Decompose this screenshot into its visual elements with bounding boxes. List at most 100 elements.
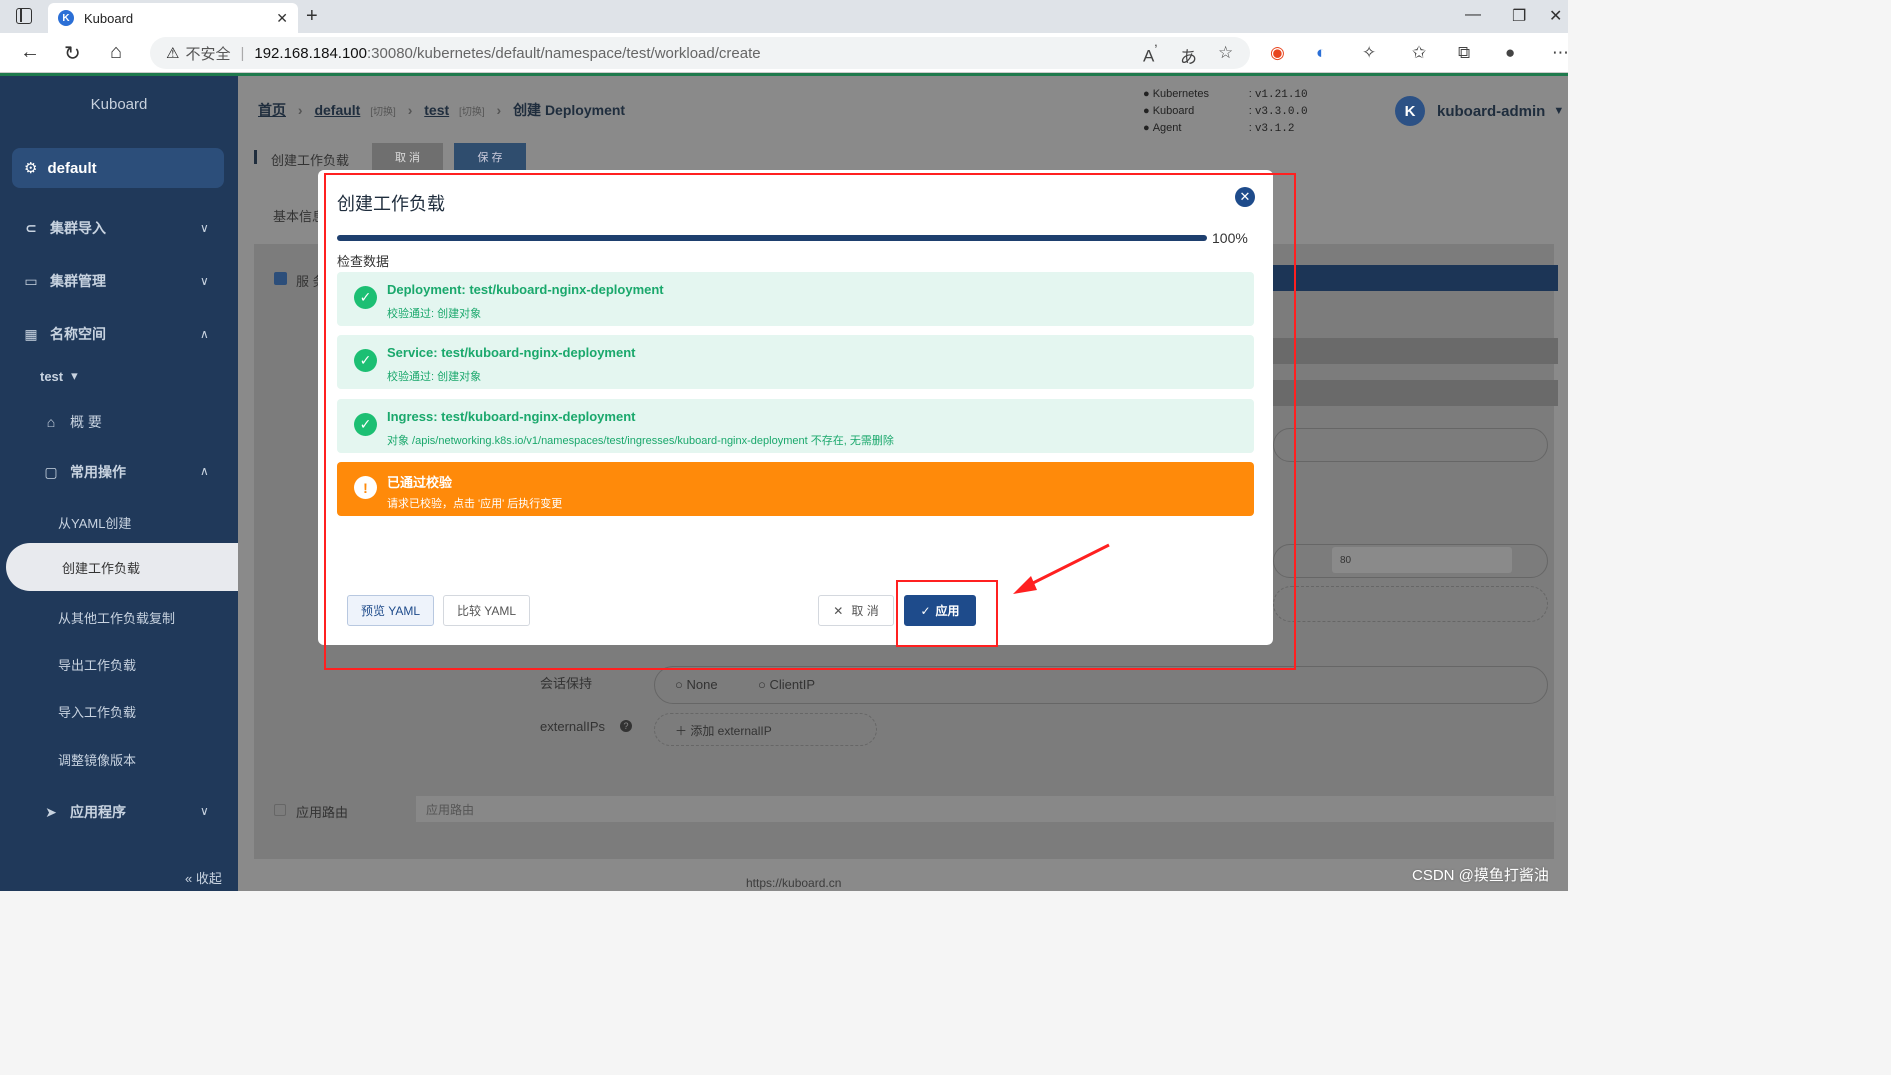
checkbox-icon[interactable] <box>274 272 287 285</box>
sidebar-item-applications[interactable]: ➤ 应用程序 <box>42 802 126 822</box>
toolbar-save-button[interactable]: 保 存 <box>454 143 526 171</box>
route-placeholder: 应用路由 <box>426 803 475 817</box>
toolbar-cancel-button[interactable]: 取 消 <box>372 143 443 171</box>
sidebar-item-export-workload[interactable]: 导出工作负载 <box>58 655 136 674</box>
route-input[interactable]: 应用路由 <box>416 796 1556 822</box>
toolbar-marker <box>254 150 257 164</box>
window-close-icon[interactable]: ✕ <box>1549 6 1562 26</box>
chevron-up-icon: ∧ <box>200 464 209 478</box>
button-label: 添加 externalIP <box>690 724 772 738</box>
help-icon[interactable]: ? <box>620 720 632 732</box>
more-icon[interactable]: ⋯ <box>1552 43 1569 63</box>
section-header <box>1273 265 1558 291</box>
favorite-add-icon[interactable]: ☆ <box>1218 43 1233 63</box>
breadcrumb-sub[interactable]: test <box>424 102 449 118</box>
restore-icon[interactable]: ❐ <box>1512 6 1526 26</box>
caret-down-icon: ▼ <box>1553 105 1565 117</box>
link-icon: ⊂ <box>25 219 37 236</box>
extension-icon[interactable]: ◉ <box>1270 43 1285 63</box>
kuboard-favicon-icon: K <box>58 10 74 26</box>
text-field[interactable] <box>1273 428 1548 462</box>
breadcrumb: 首页 › default [切换] › test [切换] › 创建 Deplo… <box>258 102 626 118</box>
toolbar-title: 创建工作负载 <box>271 153 350 168</box>
home-icon[interactable]: ⌂ <box>110 41 122 64</box>
sidebar-item-label: 常用操作 <box>70 464 126 480</box>
section-strip <box>1273 380 1558 406</box>
read-aloud-icon[interactable]: Aʼ <box>1143 43 1158 67</box>
extensions-icon[interactable]: ✧ <box>1362 43 1376 63</box>
grid-icon: ▦ <box>24 325 38 342</box>
footer-link[interactable]: https://kuboard.cn <box>746 876 841 890</box>
chevron-down-icon: ∨ <box>200 221 209 235</box>
user-menu[interactable]: K kuboard-admin ▼ <box>1395 96 1564 126</box>
address-bar: ← ↻ ⌂ ⚠ 不安全 | 192.168.184.100 :30080/kub… <box>0 33 1569 73</box>
annotation-box-dialog <box>324 173 1296 670</box>
namespace-dropdown[interactable]: test ▾ <box>40 368 78 384</box>
version-value: v1.21.10 <box>1254 89 1308 101</box>
breadcrumb-current: 创建 Deployment <box>513 102 626 118</box>
folder-icon: ▢ <box>44 463 58 480</box>
double-chevron-left-icon: « <box>185 871 193 886</box>
breadcrumb-home[interactable]: 首页 <box>258 102 286 118</box>
breadcrumb-switch[interactable]: [切换] <box>459 107 485 118</box>
sidebar-item-namespace[interactable]: ▦ 名称空间 <box>22 324 106 344</box>
add-field[interactable] <box>1273 586 1548 622</box>
collapse-button[interactable]: « 收起 <box>185 868 222 887</box>
session-label: 会话保持 <box>540 676 593 691</box>
radio-none[interactable]: ○ None <box>675 677 718 692</box>
radio-label: ClientIP <box>769 677 815 692</box>
browser-tab[interactable]: K Kuboard ✕ <box>48 3 298 33</box>
chevron-down-icon: ∨ <box>200 274 209 288</box>
radio-clientip[interactable]: ○ ClientIP <box>758 677 815 692</box>
namespace-selector[interactable]: ⚙ default <box>12 148 224 188</box>
sidebar-item-label: 集群管理 <box>50 273 106 289</box>
collapse-label: 收起 <box>195 871 222 886</box>
sidebar-item-common-ops[interactable]: ▢ 常用操作 <box>42 462 126 482</box>
external-ips-label: externalIPs <box>540 719 606 734</box>
refresh-icon[interactable]: ↻ <box>64 41 81 66</box>
sidebar-item-from-yaml[interactable]: 从YAML创建 <box>58 513 131 532</box>
sidebar-item-adjust-image[interactable]: 调整镜像版本 <box>58 750 136 769</box>
warning-icon: ⚠ <box>166 45 180 62</box>
extension-2-icon[interactable]: ◐ <box>1316 43 1326 63</box>
home-icon: ⌂ <box>46 414 56 430</box>
version-label: Agent <box>1152 122 1182 134</box>
gear-icon: ⚙ <box>24 160 38 177</box>
favorites-icon[interactable]: ✩ <box>1412 43 1426 63</box>
sidebar-item-cluster-manage[interactable]: ▭ 集群管理 <box>22 271 106 291</box>
sidebar-item-cluster-import[interactable]: ⊂ 集群导入 <box>22 218 106 238</box>
minimize-icon[interactable]: — <box>1465 6 1481 24</box>
version-value: v3.1.2 <box>1254 123 1295 135</box>
url-field[interactable]: ⚠ 不安全 | 192.168.184.100 :30080/kubernete… <box>150 37 1250 69</box>
tab-close-icon[interactable]: ✕ <box>276 10 288 27</box>
avatar: K <box>1395 96 1425 126</box>
sidebar-item-label: 概 要 <box>70 414 102 430</box>
tab-actions-icon[interactable] <box>16 8 32 24</box>
sidebar-item-overview[interactable]: ⌂ 概 要 <box>42 412 102 432</box>
version-label: Kubernetes <box>1152 88 1209 100</box>
breadcrumb-ns[interactable]: default <box>314 102 360 118</box>
route-checkbox[interactable] <box>274 804 286 816</box>
collections-icon[interactable]: ⧉ <box>1458 43 1470 63</box>
section-strip <box>1273 338 1558 364</box>
sidebar-item-create-workload[interactable]: 创建工作负载 <box>6 543 238 591</box>
insecure-label: 不安全 <box>185 45 231 63</box>
add-external-ip-button[interactable]: ＋ 添加 externalIP <box>654 713 877 746</box>
breadcrumb-switch[interactable]: [切换] <box>370 107 396 118</box>
annotation-arrow <box>1013 543 1110 594</box>
sidebar-item-import-workload[interactable]: 导入工作负载 <box>58 702 136 721</box>
profile-icon[interactable]: ● <box>1505 43 1515 63</box>
box-icon: ▭ <box>24 272 38 289</box>
browser-tab-bar: K Kuboard ✕ + — ❐ ✕ <box>0 0 1568 33</box>
port-field[interactable]: 80 <box>1332 547 1512 573</box>
url-host: 192.168.184.100 <box>254 44 367 62</box>
url-separator: | <box>240 44 245 62</box>
translate-icon[interactable]: あ <box>1180 43 1197 68</box>
version-value: v3.3.0.0 <box>1254 106 1308 118</box>
button-label: 保 存 <box>477 152 503 164</box>
caret-down-icon: ▾ <box>71 368 78 383</box>
back-icon[interactable]: ← <box>20 41 40 64</box>
sidebar-item-label: 集群导入 <box>50 220 106 236</box>
sidebar-item-copy-workload[interactable]: 从其他工作负载复制 <box>58 608 175 627</box>
new-tab-icon[interactable]: + <box>306 5 318 28</box>
